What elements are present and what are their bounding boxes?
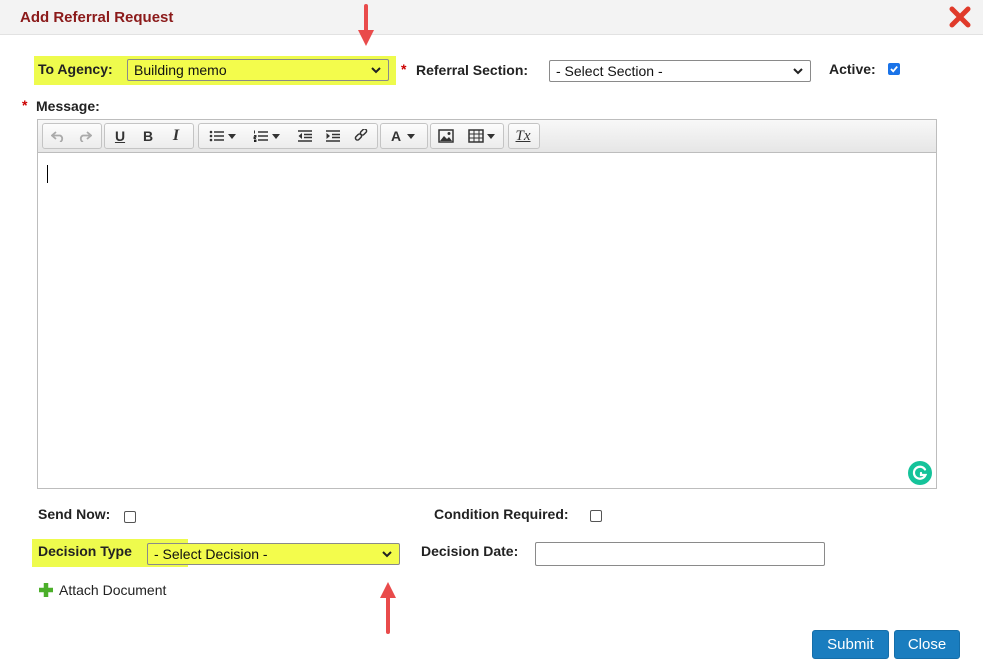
close-button[interactable]: Close [894,630,960,659]
numbered-list-icon[interactable] [246,126,286,146]
font-color-button[interactable]: A [384,126,422,146]
to-agency-value: Building memo [134,62,227,78]
close-x-icon[interactable] [949,6,971,28]
editor-toolbar: U B I A Tx [38,120,936,153]
referral-section-value: - Select Section - [556,63,663,79]
decision-type-label: Decision Type [38,543,132,559]
bulleted-list-icon[interactable] [202,126,242,146]
toolbar-group-insert [430,123,504,149]
active-checkbox[interactable] [888,63,900,75]
referral-section-label: Referral Section: [416,62,529,78]
active-label: Active: [829,61,876,77]
attach-document-label: Attach Document [59,582,167,598]
send-now-checkbox[interactable] [124,511,136,523]
image-icon[interactable] [434,126,458,146]
annotation-arrow-up [380,582,396,634]
attach-document-link[interactable]: Attach Document [38,582,166,598]
chevron-down-icon [371,67,381,74]
decision-type-value: - Select Decision - [154,546,268,562]
outdent-icon[interactable] [293,126,317,146]
dialog-title: Add Referral Request [20,9,174,26]
link-icon[interactable] [349,126,373,146]
toolbar-group-history [42,123,102,149]
clear-format-button[interactable]: Tx [511,126,535,146]
bold-button[interactable]: B [136,126,160,146]
plus-icon [39,583,53,597]
grammarly-icon[interactable] [908,461,932,485]
send-now-label: Send Now: [38,506,111,522]
condition-required-checkbox[interactable] [590,510,602,522]
submit-button[interactable]: Submit [812,630,889,659]
to-agency-select[interactable]: Building memo [127,59,389,81]
text-cursor [47,165,48,183]
italic-button[interactable]: I [164,126,188,146]
referral-section-select[interactable]: - Select Section - [549,60,811,82]
checkmark-icon [890,66,898,73]
indent-icon[interactable] [321,126,345,146]
underline-button[interactable]: U [108,126,132,146]
condition-required-label: Condition Required: [434,506,569,522]
toolbar-group-text-style: U B I [104,123,194,149]
chevron-down-icon [382,551,392,558]
dialog-titlebar: Add Referral Request [0,0,983,35]
message-required-mark: * [22,97,28,113]
decision-type-select[interactable]: - Select Decision - [147,543,400,565]
table-icon[interactable] [462,126,500,146]
redo-icon[interactable] [73,126,97,146]
toolbar-group-color: A [380,123,428,149]
to-agency-label: To Agency: [38,61,113,77]
annotation-arrow-down [358,4,374,46]
decision-date-label: Decision Date: [421,543,519,559]
message-editor[interactable]: U B I A Tx [37,119,937,489]
toolbar-group-lists [198,123,378,149]
toolbar-group-clear: Tx [508,123,540,149]
undo-icon[interactable] [46,126,70,146]
chevron-down-icon [793,68,803,75]
message-label: Message: [36,98,100,114]
decision-date-input[interactable] [535,542,825,566]
font-color-label: A [390,128,402,144]
referral-section-required-mark: * [401,61,407,77]
